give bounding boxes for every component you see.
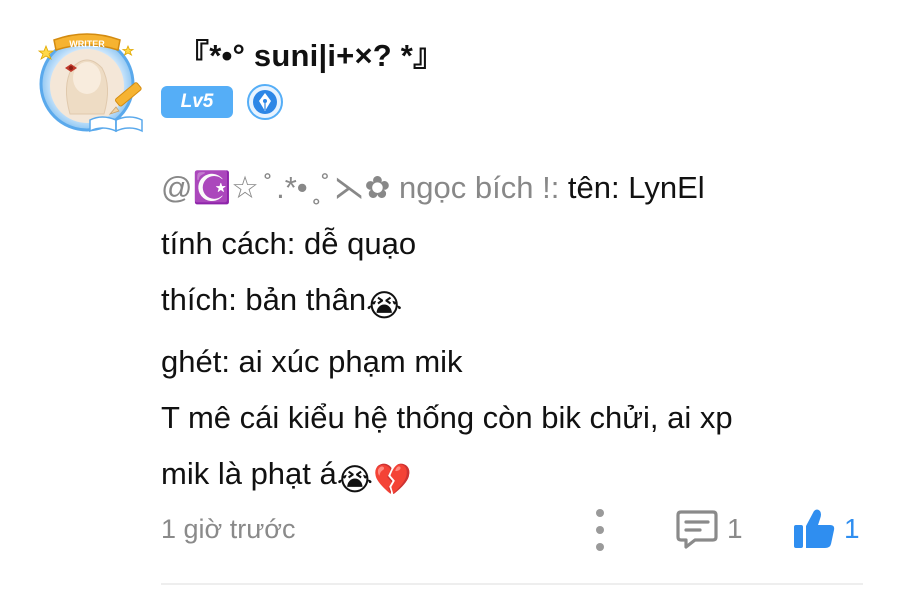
author-name[interactable]: 『*•° suni|i+×? *』 bbox=[178, 30, 444, 75]
comment-line-6: mik là phạt á😭💔 bbox=[161, 446, 891, 508]
comment-line-5: T mê cái kiểu hệ thống còn bik chửi, ai … bbox=[161, 400, 733, 435]
crying-face-emoji: 😭 bbox=[336, 462, 373, 497]
comment-card: WRITER 『*•° suni|i+×? *』 Lv5 @☪️☆ ̊ .*• … bbox=[0, 0, 906, 600]
avatar-frame-label: WRITER bbox=[69, 39, 105, 49]
comment-line-1: @☪️☆ ̊ .*• ̥ ̊ ⋋✿ ngọc bích !: tên: LynE… bbox=[161, 160, 891, 216]
comment-line-4: ghét: ai xúc phạm mik bbox=[161, 344, 463, 379]
level-badge: Lv5 bbox=[161, 86, 233, 118]
divider bbox=[161, 583, 863, 585]
pen-nib-icon bbox=[247, 84, 283, 120]
comment-body: @☪️☆ ̊ .*• ̥ ̊ ⋋✿ ngọc bích !: tên: LynE… bbox=[161, 160, 891, 508]
more-vertical-icon[interactable] bbox=[588, 509, 612, 551]
mention-link[interactable]: @☪️☆ ̊ .*• ̥ ̊ ⋋✿ ngọc bích !: bbox=[161, 170, 559, 205]
like-button[interactable]: 1 bbox=[792, 506, 860, 552]
reply-button[interactable]: 1 bbox=[675, 507, 743, 551]
like-count: 1 bbox=[844, 513, 860, 544]
reply-count: 1 bbox=[727, 513, 743, 544]
author-badges: Lv5 bbox=[161, 84, 283, 120]
comment-icon bbox=[675, 507, 719, 551]
avatar[interactable]: WRITER bbox=[32, 28, 150, 134]
comment-text: thích: bản thân bbox=[161, 282, 367, 317]
comment-text: mik là phạt á bbox=[161, 456, 337, 491]
comment-text: tên: LynEl bbox=[559, 170, 705, 205]
comment-line-2: tính cách: dễ quạo bbox=[161, 226, 417, 261]
crying-face-emoji: 😭 bbox=[366, 288, 403, 323]
comment-line-3: thích: bản thân😭 bbox=[161, 272, 891, 334]
timestamp: 1 giờ trước bbox=[161, 514, 296, 544]
thumbs-up-icon bbox=[792, 506, 838, 552]
broken-heart-emoji: 💔 bbox=[373, 462, 412, 497]
